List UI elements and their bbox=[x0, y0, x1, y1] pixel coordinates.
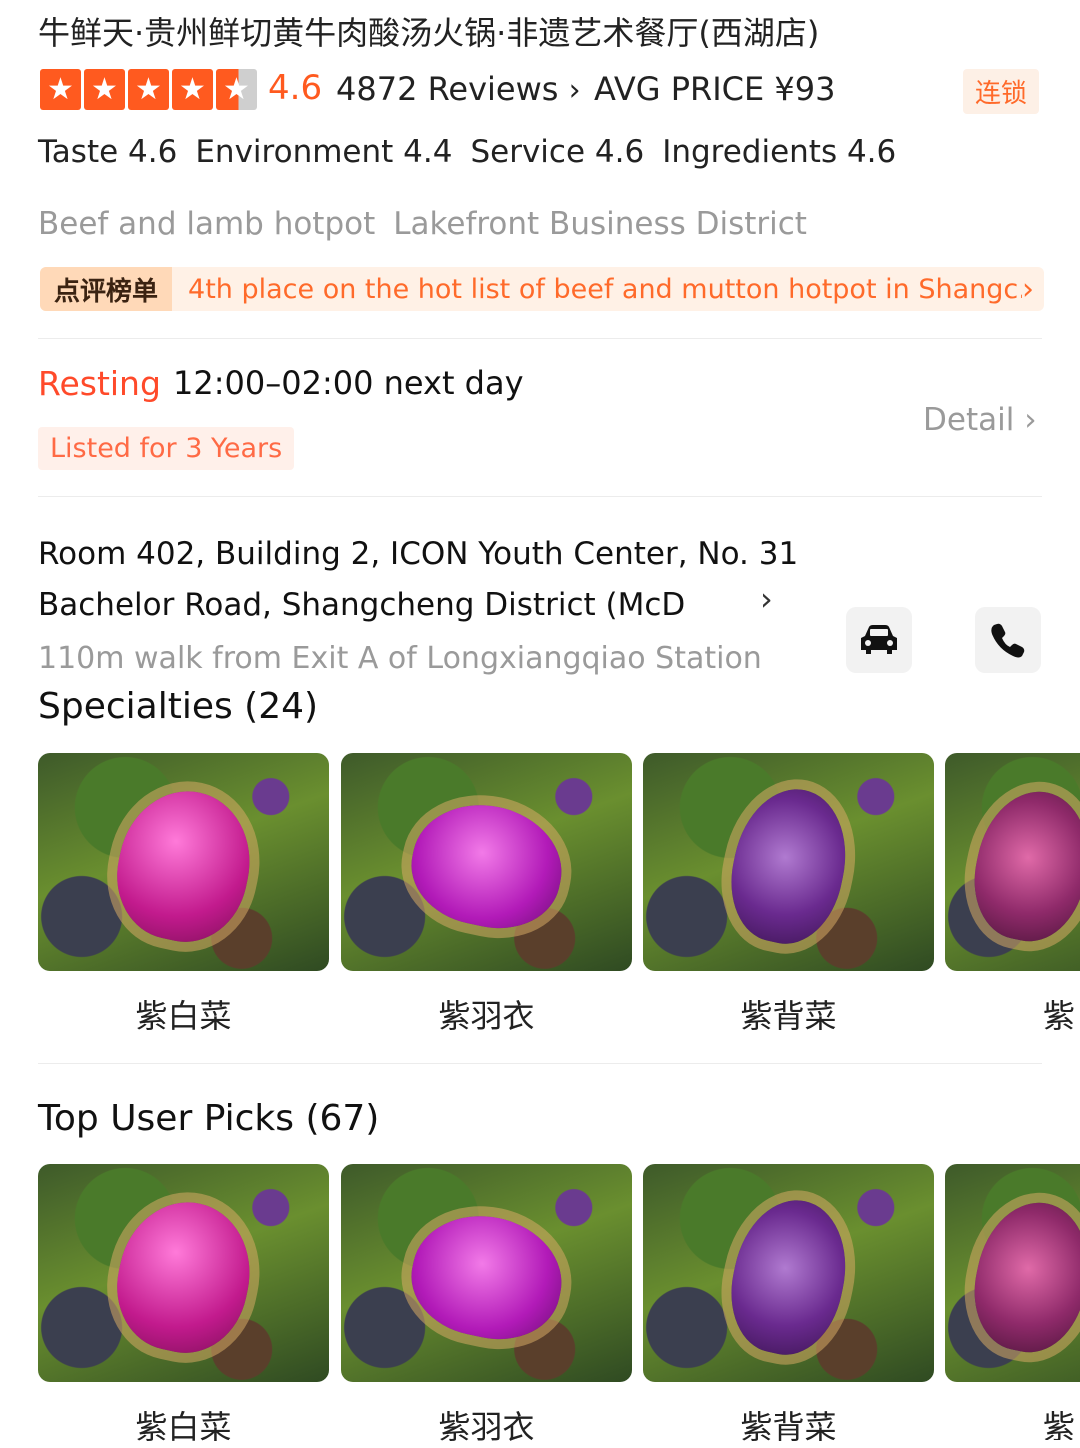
score-environment: Environment 4.4 bbox=[195, 134, 453, 170]
listed-years-badge: Listed for 3 Years bbox=[38, 427, 295, 470]
dish-name: 紫背菜 bbox=[740, 1408, 837, 1446]
star-icon: ★ bbox=[172, 69, 213, 110]
rating-value: 4.6 bbox=[268, 68, 323, 108]
ranking-text: 4th place on the hot list of beef and mu… bbox=[188, 273, 1022, 305]
ranking-banner[interactable]: 点评榜单 4th place on the hot list of beef a… bbox=[40, 267, 1044, 311]
detail-label: Detail bbox=[923, 402, 1015, 438]
dish-name: 紫 bbox=[1043, 997, 1076, 1035]
specialty-item[interactable]: 紫羽衣 bbox=[341, 753, 632, 1037]
divider bbox=[38, 496, 1042, 497]
specialty-item[interactable]: 紫白菜 bbox=[38, 753, 329, 1037]
specialty-item[interactable]: 紫背菜 bbox=[643, 753, 934, 1037]
top-pick-item[interactable]: 紫背菜 bbox=[643, 1164, 934, 1448]
dish-name: 紫白菜 bbox=[135, 1408, 232, 1446]
avg-price: AVG PRICE ¥93 bbox=[594, 70, 836, 108]
dish-name: 紫羽衣 bbox=[438, 1408, 535, 1446]
top-pick-item[interactable]: 紫白菜 bbox=[38, 1164, 329, 1448]
dish-name: 紫白菜 bbox=[135, 997, 232, 1035]
dish-name: 紫背菜 bbox=[740, 997, 837, 1035]
category-tag[interactable]: Lakefront Business District bbox=[393, 206, 807, 242]
specialties-title[interactable]: Specialties (24) bbox=[38, 686, 318, 727]
call-button[interactable] bbox=[975, 607, 1041, 673]
specialty-item[interactable]: 紫 bbox=[945, 753, 1080, 1037]
dish-photo bbox=[341, 753, 632, 971]
phone-icon bbox=[991, 623, 1025, 658]
star-rating: ★ ★ ★ ★ ★ bbox=[40, 69, 257, 110]
category-tag[interactable]: Beef and lamb hotpot bbox=[38, 206, 375, 242]
dish-photo bbox=[643, 753, 934, 971]
chevron-right-icon: › bbox=[568, 73, 581, 108]
divider bbox=[38, 338, 1042, 339]
walk-distance: 110m walk from Exit A of Longxiangqiao S… bbox=[38, 641, 762, 676]
chain-badge: 连锁 bbox=[963, 69, 1040, 114]
star-icon: ★ bbox=[84, 69, 125, 110]
business-status: Resting bbox=[38, 364, 161, 403]
dish-photo bbox=[945, 1164, 1080, 1382]
business-hours: 12:00–02:00 next day bbox=[173, 364, 524, 402]
category-tags: Beef and lamb hotpot Lakefront Business … bbox=[38, 206, 807, 242]
top-picks-title[interactable]: Top User Picks (67) bbox=[38, 1098, 379, 1139]
dish-name: 紫羽衣 bbox=[438, 997, 535, 1035]
reviews-link[interactable]: 4872 Reviews › bbox=[336, 70, 581, 108]
score-service: Service 4.6 bbox=[470, 134, 645, 170]
score-breakdown: Taste 4.6 Environment 4.4 Service 4.6 In… bbox=[38, 134, 896, 170]
star-half-icon: ★ bbox=[216, 69, 257, 110]
divider bbox=[38, 1063, 1042, 1064]
star-icon: ★ bbox=[128, 69, 169, 110]
star-icon: ★ bbox=[40, 69, 81, 110]
hours-detail-link[interactable]: Detail › bbox=[923, 402, 1037, 438]
address-text[interactable]: Room 402, Building 2, ICON Youth Center,… bbox=[38, 529, 828, 631]
ranking-badge: 点评榜单 bbox=[40, 267, 173, 311]
dish-photo bbox=[643, 1164, 934, 1382]
dish-photo bbox=[38, 753, 329, 971]
shop-title: 牛鲜天·贵州鲜切黄牛肉酸汤火锅·非遗艺术餐厅(西湖店) bbox=[38, 14, 820, 52]
dish-name: 紫 bbox=[1043, 1408, 1076, 1440]
top-pick-item[interactable]: 紫羽衣 bbox=[341, 1164, 632, 1448]
top-pick-item[interactable]: 紫 bbox=[945, 1164, 1080, 1440]
chevron-right-icon[interactable]: › bbox=[760, 580, 773, 618]
score-taste: Taste 4.6 bbox=[38, 134, 178, 170]
score-ingredients: Ingredients 4.6 bbox=[662, 134, 897, 170]
navigate-button[interactable] bbox=[846, 607, 912, 673]
dish-photo bbox=[38, 1164, 329, 1382]
reviews-count: 4872 Reviews bbox=[336, 70, 559, 108]
chevron-right-icon: › bbox=[1024, 402, 1037, 438]
dish-photo bbox=[341, 1164, 632, 1382]
dish-photo bbox=[945, 753, 1080, 971]
car-icon bbox=[861, 625, 897, 654]
chevron-right-icon: › bbox=[1022, 271, 1034, 307]
